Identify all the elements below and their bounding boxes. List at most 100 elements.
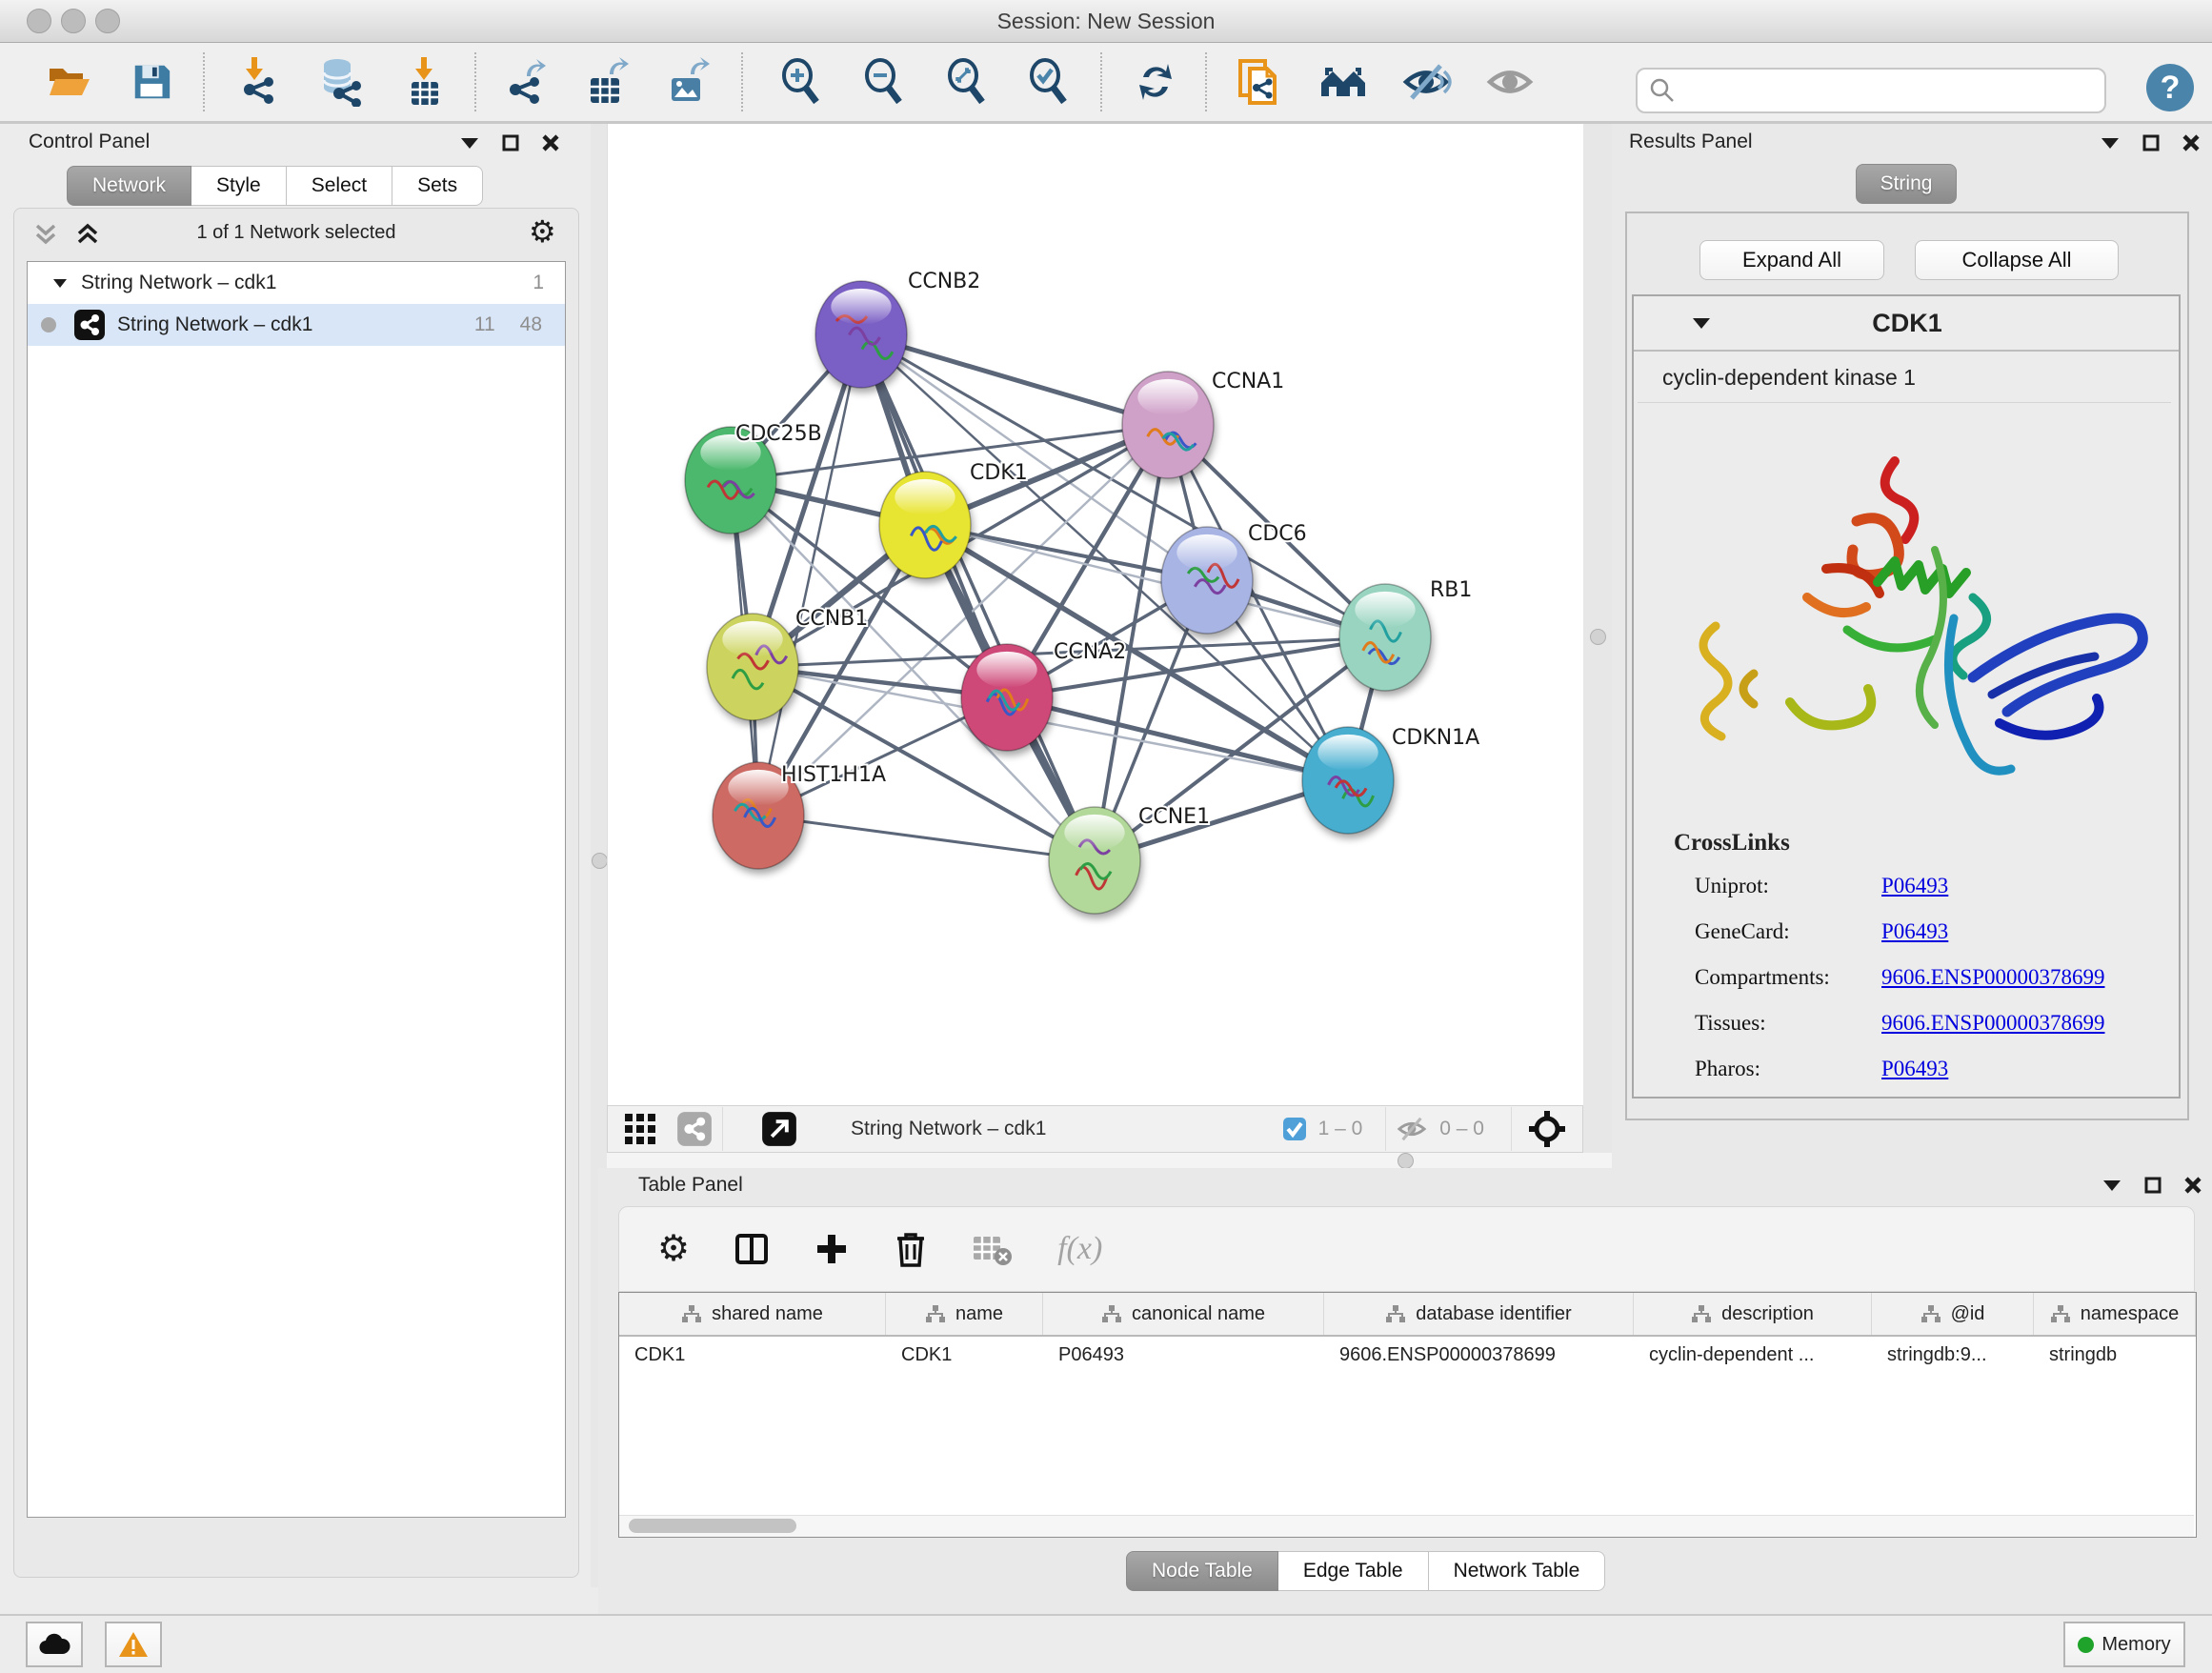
splitter-handle[interactable] (1398, 1153, 1414, 1169)
edge-CCNB2-CCNA1[interactable] (861, 334, 1168, 425)
zoom-fit-button[interactable] (940, 56, 992, 108)
column-header-database-identifier[interactable]: database identifier (1324, 1293, 1634, 1335)
table-cell[interactable]: stringdb:9... (1872, 1337, 2034, 1379)
open-in-new-window-icon[interactable] (761, 1111, 797, 1147)
node-CDKN1A[interactable] (1302, 727, 1394, 834)
import-network-database-button[interactable] (315, 56, 367, 108)
column-header-description[interactable]: description (1634, 1293, 1872, 1335)
panel-menu-icon[interactable] (2101, 1178, 2122, 1193)
panel-close-icon[interactable] (2183, 1176, 2202, 1195)
copy-style-button[interactable] (1234, 56, 1285, 108)
tab-style[interactable]: Style (191, 166, 287, 206)
panel-close-icon[interactable] (2182, 133, 2201, 152)
export-image-button[interactable] (663, 56, 714, 108)
splitter-handle[interactable] (592, 853, 608, 869)
panel-close-icon[interactable] (541, 133, 560, 152)
network-options-gear-icon[interactable]: ⚙ (529, 216, 556, 247)
zoom-in-button[interactable] (774, 56, 826, 108)
node-CCNB1[interactable] (707, 614, 798, 720)
splitter-handle[interactable] (1590, 629, 1606, 645)
table-settings-gear-icon[interactable]: ⚙ (657, 1231, 690, 1267)
node-CCNA2[interactable] (961, 644, 1053, 751)
crosslink-link[interactable]: 9606.ENSP00000378699 (1881, 1011, 2105, 1036)
show-columns-icon[interactable] (734, 1231, 770, 1267)
network-graph[interactable]: CCNB2CCNA1CDC25BCDK1CDC6RB1CCNB1CCNA2CDK… (608, 124, 1584, 1105)
edge-CDK1-RB1[interactable] (925, 525, 1385, 637)
zoom-out-button[interactable] (857, 56, 909, 108)
birds-eye-view-icon[interactable] (621, 1110, 659, 1148)
node-layer[interactable] (685, 281, 1431, 914)
panel-menu-icon[interactable] (459, 135, 480, 151)
zoom-selected-button[interactable] (1022, 56, 1074, 108)
refresh-button[interactable] (1130, 56, 1181, 108)
tab-node-table[interactable]: Node Table (1126, 1551, 1278, 1591)
warnings-button[interactable] (105, 1622, 162, 1667)
table-cell[interactable]: CDK1 (886, 1337, 1043, 1379)
vertical-splitter-right[interactable] (1583, 124, 1612, 1168)
tab-string[interactable]: String (1856, 164, 1957, 204)
network-tree-root-row[interactable]: String Network – cdk1 1 (28, 262, 565, 304)
delete-table-icon[interactable] (972, 1231, 1014, 1267)
tab-edge-table[interactable]: Edge Table (1278, 1551, 1429, 1591)
panel-menu-icon[interactable] (2100, 135, 2121, 151)
tree-expander-icon[interactable] (52, 277, 68, 289)
crosslink-link[interactable]: 9606.ENSP00000378699 (1881, 965, 2105, 990)
save-session-button[interactable] (126, 56, 177, 108)
column-header-@id[interactable]: @id (1872, 1293, 2034, 1335)
table-cell[interactable]: cyclin-dependent ... (1634, 1337, 1872, 1379)
export-table-button[interactable] (582, 56, 633, 108)
search-input[interactable] (1676, 79, 2080, 103)
table-cell[interactable]: CDK1 (619, 1337, 886, 1379)
add-column-icon[interactable] (814, 1231, 850, 1267)
table-horizontal-scrollbar[interactable] (619, 1515, 2194, 1537)
node-CCNB2[interactable] (815, 281, 907, 388)
edge-CCNB2-HIST1H1A[interactable] (758, 334, 861, 816)
node-RB1[interactable] (1339, 584, 1431, 691)
open-session-button[interactable] (43, 56, 94, 108)
network-tree-network-row[interactable]: String Network – cdk1 11 48 (28, 304, 565, 346)
export-network-button[interactable] (501, 56, 553, 108)
import-table-button[interactable] (399, 56, 451, 108)
gene-header-row[interactable]: CDK1 (1634, 296, 2179, 352)
node-CCNE1[interactable] (1049, 807, 1140, 914)
first-neighbors-button[interactable] (1317, 56, 1369, 108)
crosslink-link[interactable]: P06493 (1881, 919, 1948, 944)
cloud-services-button[interactable] (26, 1622, 83, 1667)
collapse-all-button[interactable]: Collapse All (1915, 240, 2119, 280)
table-cell[interactable]: 9606.ENSP00000378699 (1324, 1337, 1634, 1379)
help-button[interactable]: ? (2144, 62, 2196, 113)
table-row[interactable]: CDK1CDK1P064939606.ENSP00000378699cyclin… (619, 1337, 2196, 1379)
tab-select[interactable]: Select (287, 166, 392, 206)
edge-HIST1H1A-CCNE1[interactable] (758, 816, 1095, 860)
collapse-gene-icon[interactable] (1691, 315, 1712, 331)
crosslink-link[interactable]: P06493 (1881, 1057, 1948, 1081)
column-header-canonical-name[interactable]: canonical name (1043, 1293, 1324, 1335)
hide-selected-button[interactable] (1400, 56, 1452, 108)
tab-network[interactable]: Network (67, 166, 191, 206)
node-CCNA1[interactable] (1122, 372, 1214, 478)
crosslink-link[interactable]: P06493 (1881, 874, 1948, 898)
function-builder-icon[interactable]: f(x) (1057, 1231, 1102, 1267)
network-canvas[interactable]: CCNB2CCNA1CDC25BCDK1CDC6RB1CCNB1CCNA2CDK… (607, 124, 1584, 1105)
expand-all-button[interactable]: Expand All (1699, 240, 1884, 280)
tab-network-table[interactable]: Network Table (1429, 1551, 1606, 1591)
memory-button[interactable]: Memory (2063, 1622, 2185, 1667)
column-header-namespace[interactable]: namespace (2034, 1293, 2196, 1335)
node-CDC6[interactable] (1161, 527, 1253, 634)
edge-CCNB2-CCNE1[interactable] (861, 334, 1095, 860)
scrollbar-thumb[interactable] (629, 1519, 796, 1533)
fit-selected-crosshair-icon[interactable] (1527, 1109, 1567, 1149)
panel-float-icon[interactable] (2143, 1176, 2162, 1195)
column-header-shared-name[interactable]: shared name (619, 1293, 886, 1335)
table-cell[interactable]: P06493 (1043, 1337, 1324, 1379)
selected-checkbox-icon[interactable] (1282, 1117, 1307, 1141)
panel-float-icon[interactable] (2142, 133, 2161, 152)
column-header-name[interactable]: name (886, 1293, 1043, 1335)
panel-float-icon[interactable] (501, 133, 520, 152)
delete-column-trash-icon[interactable] (894, 1230, 928, 1268)
tab-sets[interactable]: Sets (392, 166, 483, 206)
node-CDK1[interactable] (879, 472, 971, 578)
table-cell[interactable]: stringdb (2034, 1337, 2196, 1379)
import-network-button[interactable] (231, 56, 283, 108)
show-all-button[interactable] (1484, 56, 1536, 108)
